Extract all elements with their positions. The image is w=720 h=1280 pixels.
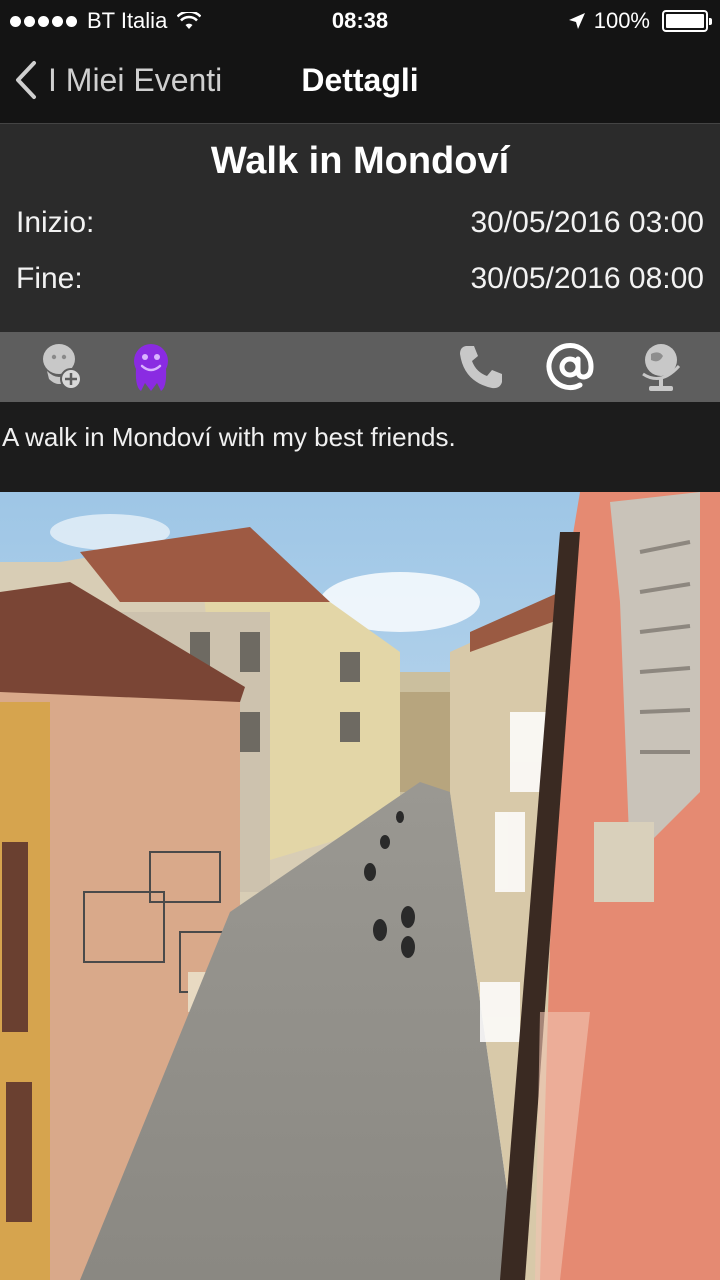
start-row: Inizio: 30/05/2016 03:00 [16, 206, 704, 240]
start-label: Inizio: [16, 206, 95, 239]
street-scene-image [0, 492, 720, 1280]
end-row: Fine: 30/05/2016 08:00 [16, 262, 704, 296]
battery-fill [666, 14, 704, 28]
phone-icon[interactable] [452, 338, 510, 396]
email-icon[interactable] [541, 338, 599, 396]
status-right-group: 100% [568, 8, 712, 34]
end-value: 30/05/2016 08:00 [470, 262, 704, 295]
navigation-bar: I Miei Eventi Dettagli [0, 40, 720, 124]
globe-icon[interactable] [632, 338, 690, 396]
battery-icon [662, 10, 712, 32]
event-title: Walk in Mondoví [210, 140, 510, 182]
battery-percent: 100% [593, 8, 650, 33]
add-person-icon[interactable] [32, 338, 90, 396]
event-description: A walk in Mondoví with my best friends. [0, 402, 720, 492]
page-title: Dettagli [301, 62, 419, 98]
start-value: 30/05/2016 03:00 [470, 206, 704, 239]
action-bar [0, 332, 720, 402]
event-header: Walk in Mondoví Inizio: 30/05/2016 03:00… [0, 124, 720, 332]
end-label: Fine: [16, 262, 83, 295]
event-photo [0, 492, 720, 1280]
participant-avatar-icon[interactable] [122, 338, 180, 396]
status-bar: BT Italia 08:38 100% [0, 0, 720, 40]
location-arrow-icon [568, 13, 585, 29]
